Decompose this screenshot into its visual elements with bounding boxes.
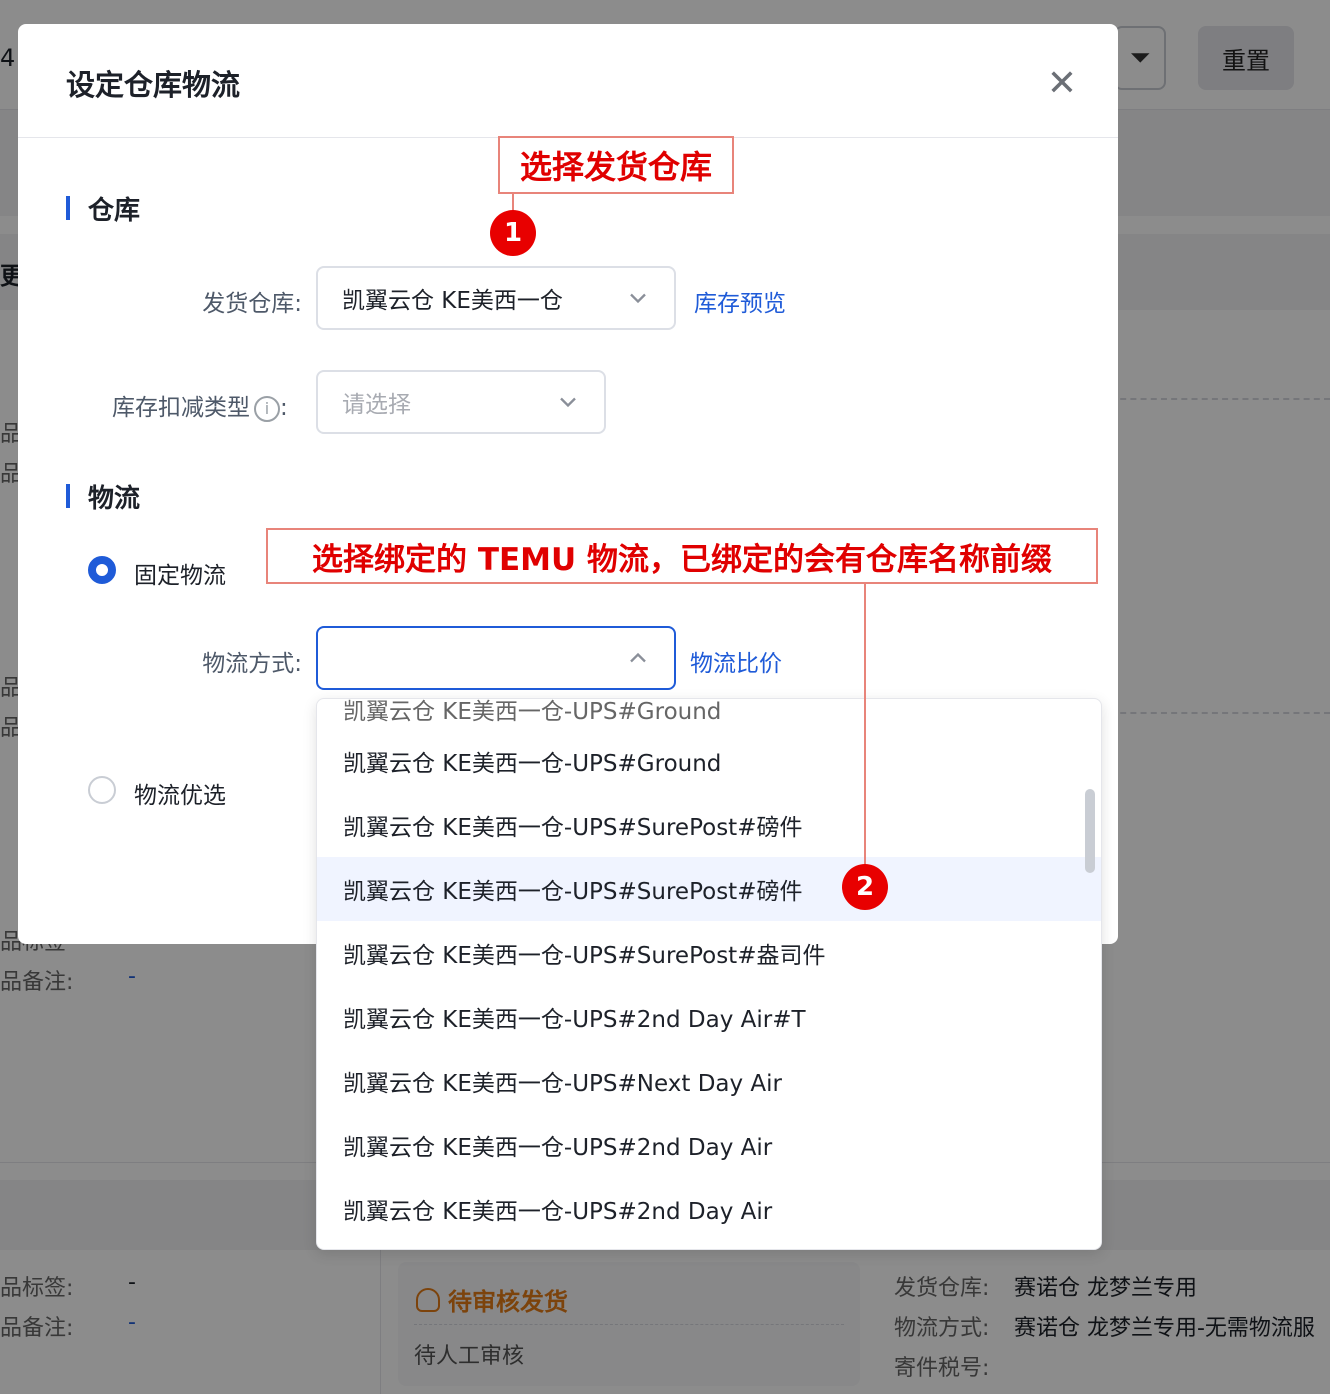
deduct-type-colon: : bbox=[280, 395, 288, 421]
annotation-step1-callout: 选择发货仓库 bbox=[498, 136, 734, 194]
annotation-step1-badge: 1 bbox=[490, 210, 536, 256]
section-logistics: 物流 bbox=[66, 478, 140, 515]
preferred-logistics-radio[interactable] bbox=[88, 776, 116, 804]
preferred-logistics-label[interactable]: 物流优选 bbox=[134, 776, 226, 810]
chevron-down-icon bbox=[560, 397, 576, 408]
dropdown-option[interactable]: 凯翼云仓 KE美西一仓-UPS#2nd Day Air bbox=[317, 1113, 1101, 1177]
stock-preview-link[interactable]: 库存预览 bbox=[694, 284, 786, 318]
section-warehouse: 仓库 bbox=[66, 190, 140, 227]
modal-header: 设定仓库物流 ✕ bbox=[18, 24, 1118, 138]
deduct-type-text: 库存扣减类型 bbox=[112, 395, 250, 421]
info-icon[interactable]: i bbox=[254, 395, 280, 422]
fixed-logistics-label[interactable]: 固定物流 bbox=[134, 556, 226, 590]
dropdown-option[interactable]: 凯翼云仓 KE美西一仓-UPS#Next Day Air bbox=[317, 1049, 1101, 1113]
modal-title: 设定仓库物流 bbox=[66, 68, 241, 102]
price-compare-link[interactable]: 物流比价 bbox=[690, 644, 782, 678]
close-icon[interactable]: ✕ bbox=[1042, 64, 1082, 104]
dropdown-option[interactable]: 凯翼云仓 KE美西一仓-UPS#Ground bbox=[317, 729, 1101, 793]
chevron-down-icon bbox=[630, 293, 646, 304]
dropdown-option[interactable]: 凯翼云仓 KE美西一仓-UPS#SurePost#磅件 bbox=[317, 793, 1101, 857]
dropdown-option[interactable]: 凯翼云仓 KE美西一仓-UPS#2nd Day Air#T bbox=[317, 985, 1101, 1049]
dropdown-option[interactable]: 凯翼云仓 KE美西一仓-UPS#SurePost#盎司件 bbox=[317, 921, 1101, 985]
shipping-method-label: 物流方式: bbox=[202, 651, 302, 677]
shipping-method-select[interactable] bbox=[316, 626, 676, 690]
shipping-method-dropdown[interactable]: 凯翼云仓 KE美西一仓-UPS#Ground 凯翼云仓 KE美西一仓-UPS#G… bbox=[316, 698, 1102, 1250]
chevron-up-icon bbox=[630, 652, 646, 663]
deduct-type-label: 库存扣减类型 i: bbox=[112, 388, 288, 422]
deduct-type-placeholder: 请选择 bbox=[342, 392, 411, 418]
ship-warehouse-label: 发货仓库: bbox=[202, 291, 302, 317]
dropdown-option[interactable]: 凯翼云仓 KE美西一仓-UPS#2nd Day Air bbox=[317, 1177, 1101, 1241]
ship-warehouse-select[interactable]: 凯翼云仓 KE美西一仓 bbox=[316, 266, 676, 330]
deduct-type-select[interactable]: 请选择 bbox=[316, 370, 606, 434]
ship-warehouse-value: 凯翼云仓 KE美西一仓 bbox=[342, 288, 563, 314]
annotation-step2-badge: 2 bbox=[842, 864, 888, 910]
dropdown-option-hovered[interactable]: 凯翼云仓 KE美西一仓-UPS#SurePost#磅件 bbox=[317, 857, 1101, 921]
dropdown-scrollbar[interactable] bbox=[1085, 789, 1095, 873]
fixed-logistics-radio[interactable] bbox=[88, 556, 116, 584]
annotation-step2-callout: 选择绑定的 TEMU 物流，已绑定的会有仓库名称前缀 bbox=[266, 528, 1098, 584]
annotation-connector bbox=[864, 584, 866, 866]
